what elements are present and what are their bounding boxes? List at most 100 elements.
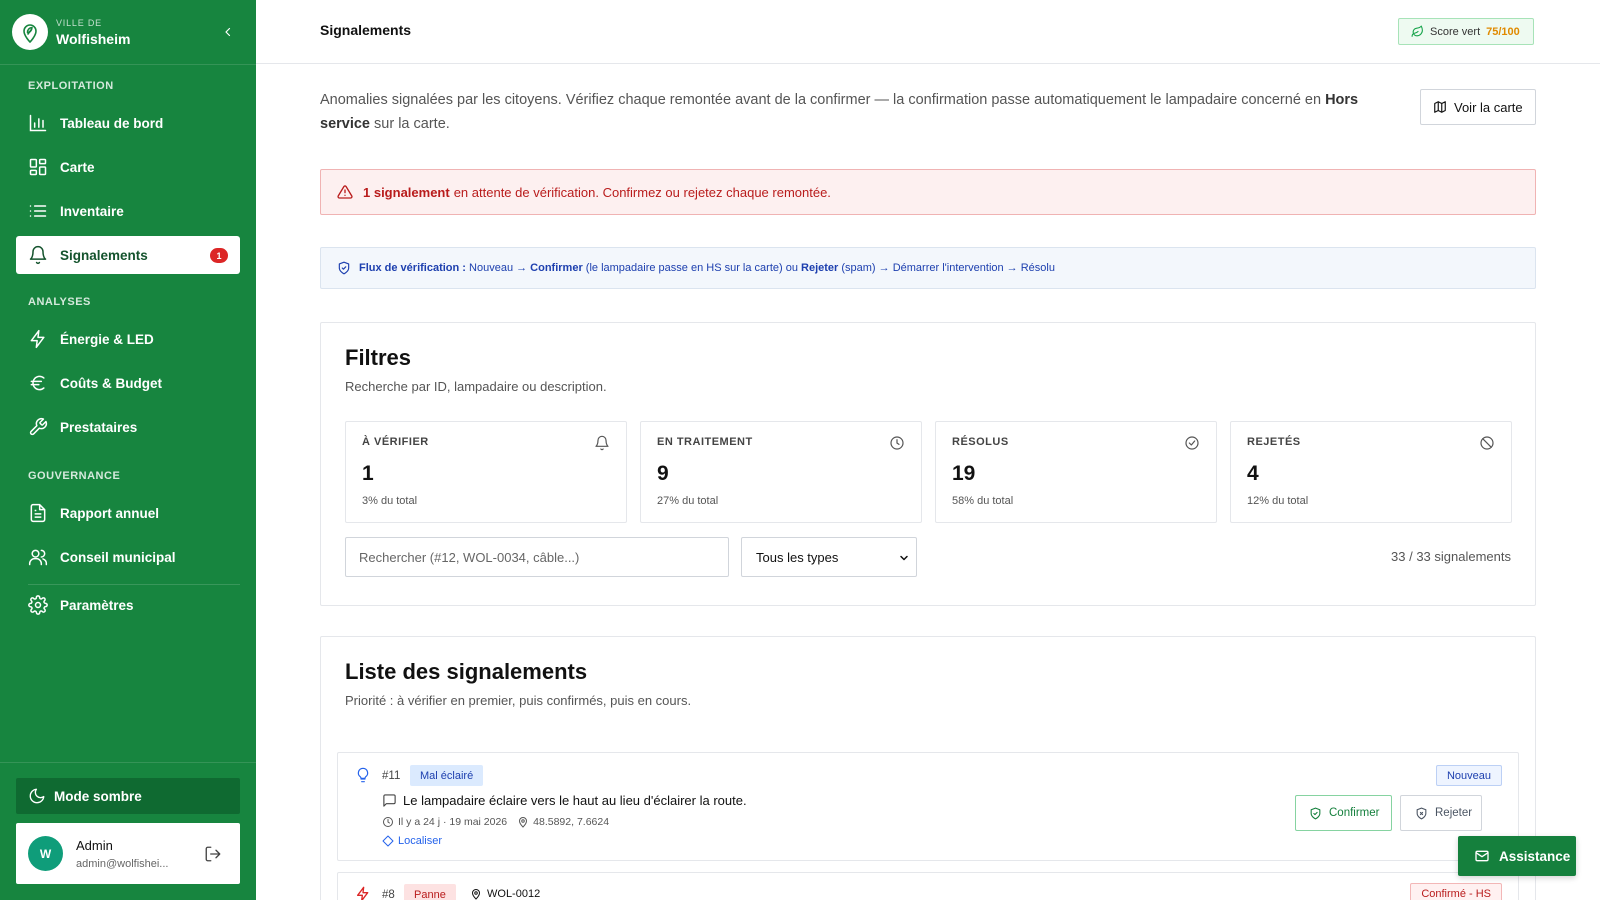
leaf-icon [1411, 25, 1423, 37]
sidebar-divider [0, 762, 256, 763]
section-gouvernance: GOUVERNANCE [28, 470, 121, 482]
sidebar-item-settings[interactable]: Paramètres [16, 586, 240, 624]
filters-title: Filtres [345, 345, 412, 370]
view-map-button[interactable]: Voir la carte [1420, 89, 1536, 125]
sidebar-item-contractors[interactable]: Prestataires [16, 408, 240, 446]
stat-card-to-verify[interactable]: À VÉRIFIER 1 3% du total [345, 421, 627, 523]
locate-link[interactable]: Localiser [382, 835, 442, 847]
sidebar-item-map[interactable]: Carte [16, 148, 240, 186]
sidebar-item-dashboard[interactable]: Tableau de bord [16, 104, 240, 142]
stat-label: À VÉRIFIER [362, 436, 429, 448]
navigation-icon [382, 835, 394, 847]
report-item[interactable]: #11 Mal éclairé Nouveau Le lampadaire éc… [337, 752, 1519, 861]
ban-icon [1480, 436, 1494, 450]
flow-text: (le lampadaire passe en HS sur la carte)… [582, 262, 802, 274]
zap-icon [357, 886, 369, 900]
clock-icon [890, 436, 904, 450]
type-select[interactable]: Tous les types [741, 537, 917, 577]
user-card: W Admin admin@wolfishei... [16, 823, 240, 884]
report-id: #8 [382, 889, 395, 900]
user-name: Admin [76, 838, 113, 853]
moon-icon [29, 788, 45, 804]
sidebar: VILLE DE Wolfisheim EXPLOITATION Tableau… [0, 0, 256, 900]
status-badge: Nouveau [1435, 765, 1502, 786]
shield-check-icon [338, 261, 350, 275]
stat-percentage: 3% du total [362, 495, 418, 507]
page-title: Signalements [320, 22, 412, 38]
chevron-down-icon [900, 555, 908, 561]
stat-percentage: 12% du total [1247, 495, 1309, 507]
confirm-button[interactable]: Confirmer [1295, 795, 1392, 831]
sidebar-divider [0, 64, 256, 65]
filters-subtitle: Recherche par ID, lampadaire ou descript… [345, 379, 607, 394]
chevron-left-icon [225, 27, 231, 37]
sidebar-item-label: Tableau de bord [60, 115, 164, 131]
collapse-sidebar-button[interactable] [218, 22, 238, 42]
stat-value: 19 [952, 462, 976, 485]
status-badge: Confirmé - HS [1410, 883, 1502, 900]
reject-label: Rejeter [1435, 807, 1473, 819]
stat-card-resolved[interactable]: RÉSOLUS 19 58% du total [935, 421, 1217, 523]
assistance-label: Assistance [1499, 848, 1571, 864]
section-exploitation: EXPLOITATION [28, 80, 114, 92]
bar-chart-icon [29, 114, 47, 132]
stat-card-rejected[interactable]: REJETÉS 4 12% du total [1230, 421, 1512, 523]
report-type-tag: Panne [404, 884, 456, 900]
lamp-id: WOL-0012 [487, 888, 541, 900]
report-meta: Il y a 24 j · 19 mai 2026 48.5892, 7.662… [382, 816, 609, 828]
section-analyses: ANALYSES [28, 296, 91, 308]
flow-text: Nouveau → [465, 262, 531, 274]
flow-text: (spam) → Démarrer l'intervention → Résol… [838, 262, 1055, 274]
sidebar-item-costs[interactable]: Coûts & Budget [16, 364, 240, 402]
filters-card: Filtres Recherche par ID, lampadaire ou … [320, 322, 1536, 606]
top-bar: Signalements Score vert 75/100 [256, 0, 1600, 64]
warning-icon [337, 185, 353, 199]
stat-percentage: 58% du total [952, 495, 1014, 507]
sidebar-item-annual-report[interactable]: Rapport annuel [16, 494, 240, 532]
grid-icon [29, 158, 47, 176]
avatar: W [28, 836, 63, 871]
reject-button[interactable]: Rejeter [1400, 795, 1482, 831]
intro-text: Anomalies signalées par les citoyens. Vé… [320, 92, 1322, 108]
stat-value: 1 [362, 462, 374, 485]
stat-percentage: 27% du total [657, 495, 719, 507]
locate-label: Localiser [398, 835, 443, 847]
dark-mode-toggle[interactable]: Mode sombre [16, 778, 240, 814]
description-text: Le lampadaire éclaire vers le haut au li… [403, 793, 747, 808]
stat-label: RÉSOLUS [952, 436, 1009, 448]
brand-subtitle: VILLE DE [56, 17, 102, 28]
search-input[interactable] [345, 537, 729, 577]
stat-card-in-progress[interactable]: EN TRAITEMENT 9 27% du total [640, 421, 922, 523]
bell-icon [595, 435, 609, 451]
sidebar-item-label: Paramètres [60, 597, 134, 613]
list-title: Liste des signalements [345, 659, 588, 684]
flow-reject: Rejeter [801, 262, 839, 274]
message-icon [383, 794, 396, 807]
sidebar-item-inventory[interactable]: Inventaire [16, 192, 240, 230]
sidebar-item-reports[interactable]: Signalements 1 [16, 236, 240, 274]
green-score-badge[interactable]: Score vert 75/100 [1398, 18, 1534, 45]
report-item[interactable]: #8 Panne WOL-0012 Confirmé - HS [337, 872, 1519, 900]
sidebar-item-label: Carte [60, 159, 95, 175]
zap-icon [30, 329, 45, 349]
check-circle-icon [1185, 436, 1199, 450]
confirm-label: Confirmer [1329, 807, 1380, 819]
lightbulb-icon [357, 767, 369, 783]
sidebar-divider [28, 584, 240, 585]
sidebar-item-label: Prestataires [60, 419, 138, 435]
verification-flow: Flux de vérification : Nouveau → Confirm… [320, 247, 1536, 289]
report-time: Il y a 24 j · 19 mai 2026 [398, 816, 508, 828]
stat-label: REJETÉS [1247, 436, 1301, 448]
assistance-button[interactable]: Assistance [1458, 836, 1576, 876]
pending-alert: 1 signalement en attente de vérification… [320, 169, 1536, 215]
results-count: 33 / 33 signalements [1391, 549, 1511, 564]
city-logo [12, 14, 48, 50]
sidebar-item-council[interactable]: Conseil municipal [16, 538, 240, 576]
sidebar-item-label: Coûts & Budget [60, 375, 162, 391]
brand[interactable]: VILLE DE Wolfisheim [12, 14, 130, 50]
mail-icon [1475, 850, 1489, 862]
sidebar-item-label: Inventaire [60, 203, 124, 219]
sidebar-item-energy[interactable]: Énergie & LED [16, 320, 240, 358]
report-coords: 48.5892, 7.6624 [533, 816, 610, 828]
logout-button[interactable] [204, 845, 222, 863]
